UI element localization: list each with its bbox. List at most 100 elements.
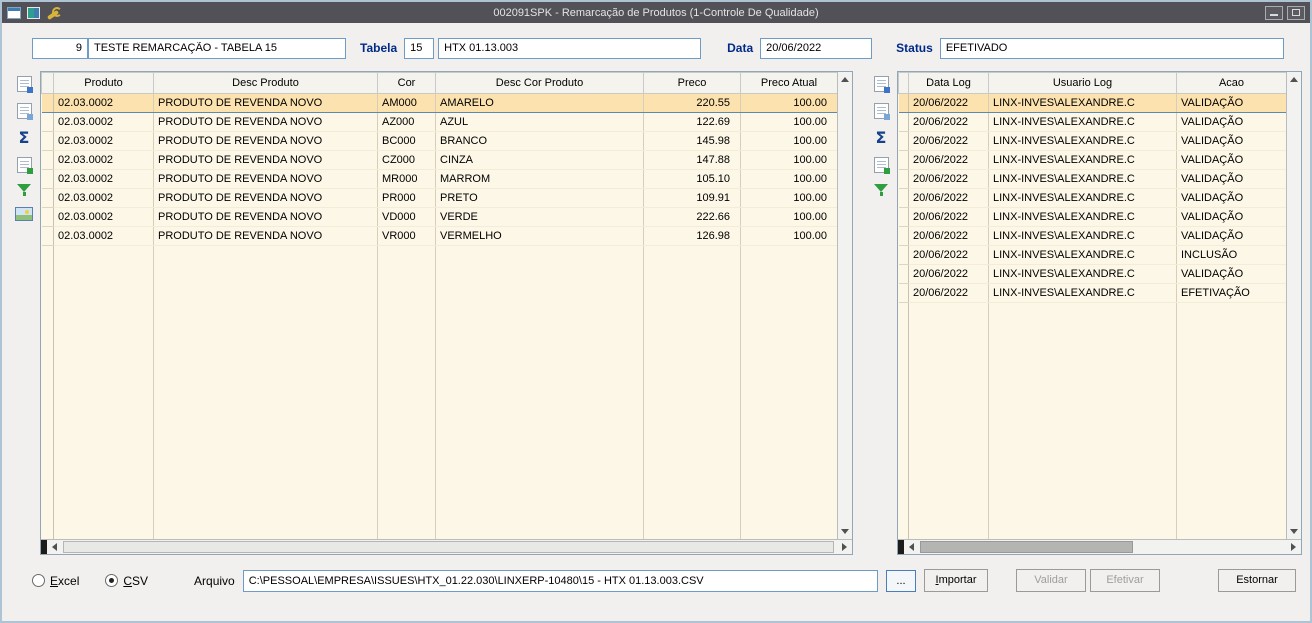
scroll-down-icon[interactable] bbox=[1287, 524, 1302, 539]
table-cell[interactable]: LINX-INVES\ALEXANDRE.C bbox=[988, 264, 1177, 284]
table-cell[interactable]: 222.66 bbox=[643, 207, 741, 227]
table-cell[interactable]: PRODUTO DE REVENDA NOVO bbox=[153, 226, 378, 246]
filter-icon[interactable] bbox=[874, 184, 888, 196]
table-cell[interactable]: LINX-INVES\ALEXANDRE.C bbox=[988, 245, 1177, 265]
column-header[interactable]: Cor bbox=[377, 72, 436, 94]
table-cell[interactable]: VALIDAÇÃO bbox=[1176, 226, 1286, 246]
table-cell[interactable]: 105.10 bbox=[643, 169, 741, 189]
table-cell[interactable]: PRODUTO DE REVENDA NOVO bbox=[153, 93, 378, 113]
column-header[interactable]: Usuario Log bbox=[988, 72, 1177, 94]
table-cell[interactable]: 20/06/2022 bbox=[908, 264, 989, 284]
scroll-down-icon[interactable] bbox=[838, 524, 853, 539]
export-grid-icon[interactable] bbox=[16, 76, 33, 93]
maximize-button[interactable] bbox=[1287, 5, 1305, 20]
wrench-icon[interactable] bbox=[46, 6, 63, 20]
table-cell[interactable]: 100.00 bbox=[740, 188, 837, 208]
row-indicator[interactable] bbox=[41, 169, 54, 189]
table-cell[interactable]: BRANCO bbox=[435, 131, 644, 151]
table-cell[interactable]: INCLUSÃO bbox=[1176, 245, 1286, 265]
table-cell[interactable]: 147.88 bbox=[643, 150, 741, 170]
table-cell[interactable]: 20/06/2022 bbox=[908, 188, 989, 208]
status-field[interactable] bbox=[939, 37, 1284, 59]
record-name-field[interactable] bbox=[88, 37, 346, 59]
row-indicator[interactable] bbox=[898, 131, 909, 151]
image-icon[interactable] bbox=[15, 207, 33, 221]
excel-radio-circle[interactable] bbox=[32, 574, 45, 587]
grid-icon[interactable] bbox=[27, 6, 40, 19]
table-row[interactable]: 02.03.0002 PRODUTO DE REVENDA NOVO CZ000 CI… bbox=[41, 150, 837, 170]
sum-icon[interactable]: Σ bbox=[19, 130, 30, 146]
row-indicator[interactable] bbox=[41, 226, 54, 246]
table-cell[interactable]: VALIDAÇÃO bbox=[1176, 93, 1286, 113]
table-cell[interactable]: LINX-INVES\ALEXANDRE.C bbox=[988, 169, 1177, 189]
table-cell[interactable]: LINX-INVES\ALEXANDRE.C bbox=[988, 283, 1177, 303]
table-row[interactable]: 02.03.0002 PRODUTO DE REVENDA NOVO VD000 VE… bbox=[41, 207, 837, 227]
row-indicator[interactable] bbox=[898, 150, 909, 170]
table-cell[interactable]: EFETIVAÇÃO bbox=[1176, 283, 1286, 303]
sum-icon[interactable]: Σ bbox=[876, 130, 887, 146]
export-grid-icon[interactable] bbox=[873, 76, 890, 93]
table-row[interactable]: 20/06/2022 LINX-INVES\ALEXANDRE.C INCLUSÃO bbox=[898, 245, 1286, 265]
table-row[interactable]: 20/06/2022 LINX-INVES\ALEXANDRE.C VALIDAÇÃ… bbox=[898, 112, 1286, 132]
table-cell[interactable]: PRODUTO DE REVENDA NOVO bbox=[153, 188, 378, 208]
validar-button[interactable]: Validar bbox=[1016, 569, 1086, 592]
csv-radio[interactable]: CSV bbox=[105, 574, 148, 588]
table-cell[interactable]: 02.03.0002 bbox=[53, 226, 154, 246]
table-cell[interactable]: VALIDAÇÃO bbox=[1176, 264, 1286, 284]
row-indicator[interactable] bbox=[41, 188, 54, 208]
importar-button[interactable]: Importar bbox=[924, 569, 988, 592]
excel-radio[interactable]: Excel bbox=[32, 574, 79, 588]
column-header[interactable]: Preco bbox=[643, 72, 741, 94]
table-cell[interactable]: 02.03.0002 bbox=[53, 112, 154, 132]
table-cell[interactable]: AMARELO bbox=[435, 93, 644, 113]
row-indicator[interactable] bbox=[898, 283, 909, 303]
table-cell[interactable]: 109.91 bbox=[643, 188, 741, 208]
table-row[interactable]: 02.03.0002 PRODUTO DE REVENDA NOVO AM000 AM… bbox=[41, 93, 837, 113]
table-row[interactable]: 20/06/2022 LINX-INVES\ALEXANDRE.C VALIDAÇÃ… bbox=[898, 131, 1286, 151]
table-cell[interactable]: AZUL bbox=[435, 112, 644, 132]
table-cell[interactable]: VALIDAÇÃO bbox=[1176, 207, 1286, 227]
table-cell[interactable]: MARROM bbox=[435, 169, 644, 189]
table-cell[interactable]: VR000 bbox=[377, 226, 436, 246]
table-cell[interactable]: 100.00 bbox=[740, 150, 837, 170]
scroll-thumb[interactable] bbox=[920, 541, 1133, 553]
row-indicator[interactable] bbox=[898, 112, 909, 132]
table-cell[interactable]: LINX-INVES\ALEXANDRE.C bbox=[988, 207, 1177, 227]
table-cell[interactable]: LINX-INVES\ALEXANDRE.C bbox=[988, 226, 1177, 246]
table-cell[interactable]: VALIDAÇÃO bbox=[1176, 131, 1286, 151]
grid-layout-icon[interactable] bbox=[873, 103, 890, 120]
table-cell[interactable]: 126.98 bbox=[643, 226, 741, 246]
table-row[interactable]: 02.03.0002 PRODUTO DE REVENDA NOVO AZ000 AZ… bbox=[41, 112, 837, 132]
table-cell[interactable]: VALIDAÇÃO bbox=[1176, 188, 1286, 208]
table-cell[interactable]: 20/06/2022 bbox=[908, 226, 989, 246]
table-cell[interactable]: 20/06/2022 bbox=[908, 93, 989, 113]
table-cell[interactable]: PRODUTO DE REVENDA NOVO bbox=[153, 131, 378, 151]
csv-radio-circle[interactable] bbox=[105, 574, 119, 587]
table-row[interactable]: 20/06/2022 LINX-INVES\ALEXANDRE.C EFETIVAÇ… bbox=[898, 283, 1286, 303]
row-indicator[interactable] bbox=[41, 93, 54, 113]
table-cell[interactable]: 100.00 bbox=[740, 93, 837, 113]
table-cell[interactable]: PRODUTO DE REVENDA NOVO bbox=[153, 169, 378, 189]
row-indicator[interactable] bbox=[898, 226, 909, 246]
row-indicator[interactable] bbox=[898, 188, 909, 208]
row-indicator[interactable] bbox=[41, 131, 54, 151]
vertical-scrollbar[interactable] bbox=[1286, 72, 1301, 539]
table-cell[interactable]: VALIDAÇÃO bbox=[1176, 112, 1286, 132]
scroll-left-icon[interactable] bbox=[47, 540, 62, 555]
table-cell[interactable]: 20/06/2022 bbox=[908, 207, 989, 227]
table-cell[interactable]: 02.03.0002 bbox=[53, 169, 154, 189]
table-row[interactable]: 20/06/2022 LINX-INVES\ALEXANDRE.C VALIDAÇÃ… bbox=[898, 150, 1286, 170]
table-cell[interactable]: 20/06/2022 bbox=[908, 112, 989, 132]
table-cell[interactable]: 100.00 bbox=[740, 207, 837, 227]
grid-layout-icon[interactable] bbox=[16, 103, 33, 120]
table-cell[interactable]: 100.00 bbox=[740, 226, 837, 246]
scroll-right-icon[interactable] bbox=[837, 540, 852, 555]
horizontal-scrollbar[interactable] bbox=[898, 539, 1301, 554]
table-cell[interactable]: AZ000 bbox=[377, 112, 436, 132]
table-cell[interactable]: 145.98 bbox=[643, 131, 741, 151]
table-cell[interactable]: 20/06/2022 bbox=[908, 283, 989, 303]
table-cell[interactable]: PR000 bbox=[377, 188, 436, 208]
table-row[interactable]: 20/06/2022 LINX-INVES\ALEXANDRE.C VALIDAÇÃ… bbox=[898, 169, 1286, 189]
table-cell[interactable]: 100.00 bbox=[740, 169, 837, 189]
table-cell[interactable]: CZ000 bbox=[377, 150, 436, 170]
